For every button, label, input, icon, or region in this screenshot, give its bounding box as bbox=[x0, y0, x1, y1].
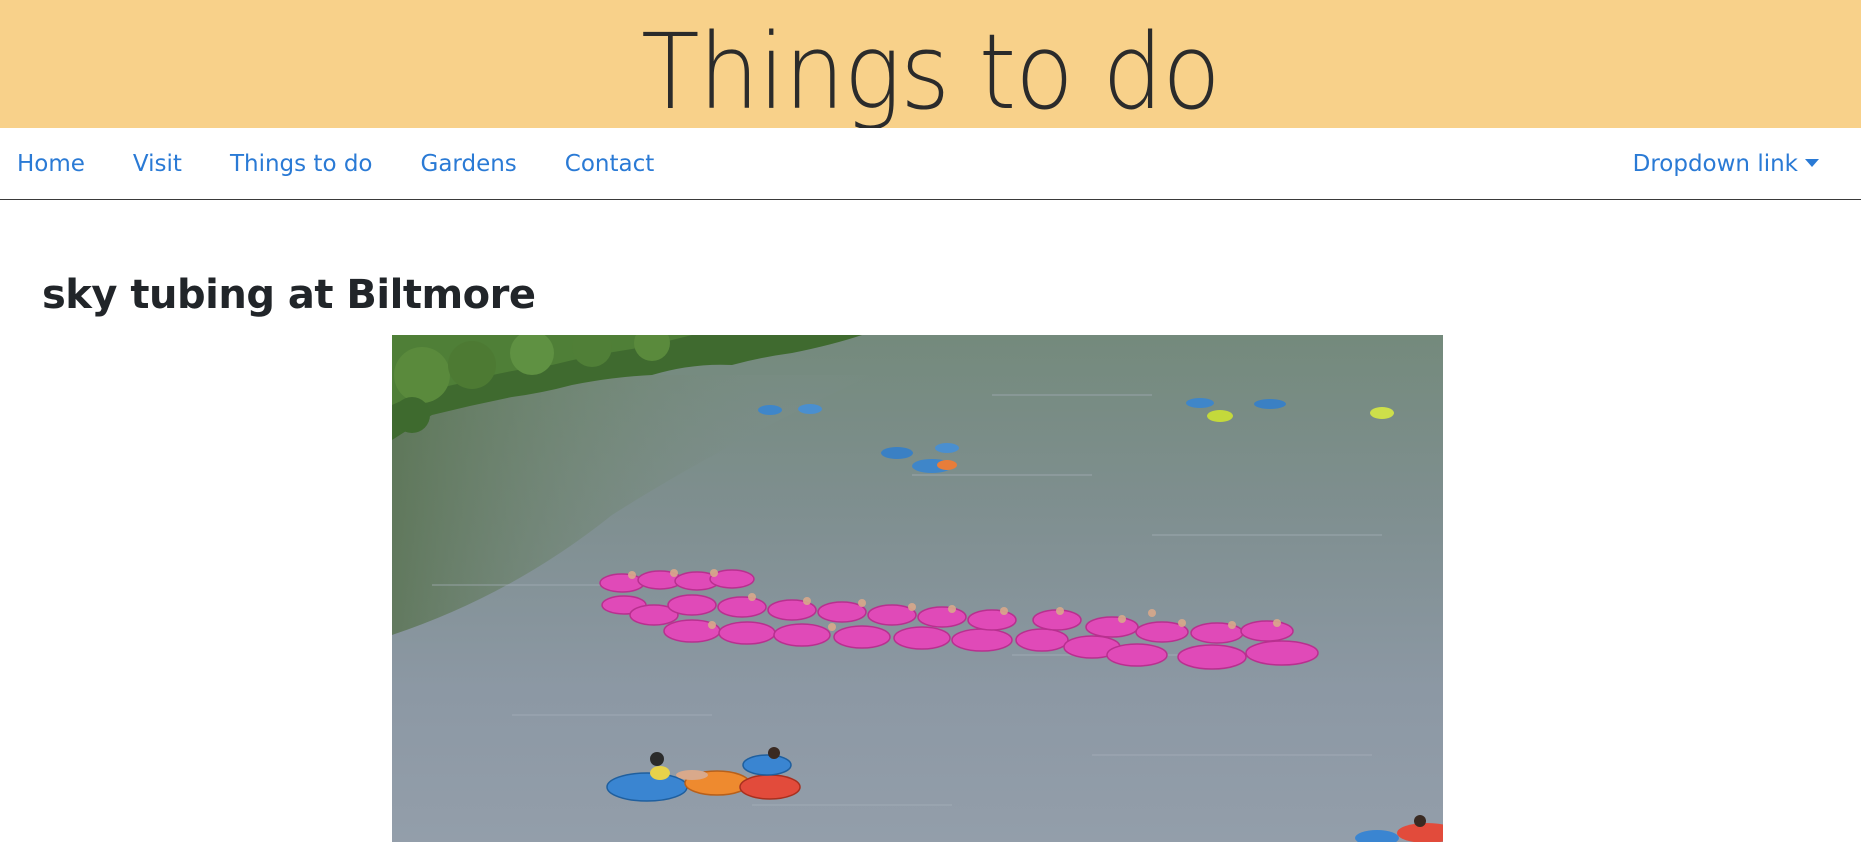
nav-item-home[interactable]: Home bbox=[17, 151, 85, 177]
site-title: Things to do bbox=[641, 11, 1221, 133]
nav-item-contact[interactable]: Contact bbox=[565, 151, 654, 177]
caret-down-icon bbox=[1805, 158, 1819, 167]
photo-canvas bbox=[392, 335, 1443, 842]
site-banner: Things to do bbox=[0, 0, 1861, 133]
dropdown-label: Dropdown link bbox=[1632, 150, 1798, 177]
nav-item-visit[interactable]: Visit bbox=[133, 151, 182, 177]
main-navbar: Home Visit Things to do Gardens Contact … bbox=[0, 128, 1861, 200]
nav-list: Home Visit Things to do Gardens Contact bbox=[0, 128, 702, 199]
dropdown-toggle[interactable]: Dropdown link bbox=[1633, 128, 1819, 199]
nav-item-gardens[interactable]: Gardens bbox=[421, 151, 517, 177]
page-heading: sky tubing at Biltmore bbox=[42, 272, 536, 318]
river-tubing-photo bbox=[392, 335, 1443, 842]
nav-item-things-to-do[interactable]: Things to do bbox=[230, 151, 373, 177]
